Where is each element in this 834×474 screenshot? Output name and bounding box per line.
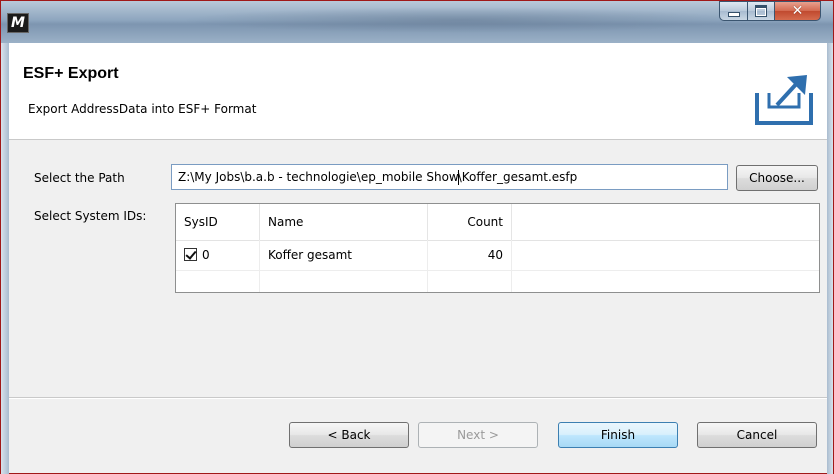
empty-cell (260, 270, 428, 292)
next-button[interactable]: Next > (418, 422, 538, 448)
column-header-sysid[interactable]: SysID (176, 204, 260, 240)
cell-sysid: 0 (176, 240, 260, 270)
empty-cell (176, 270, 260, 292)
choose-button[interactable]: Choose... (736, 165, 818, 191)
minimize-icon (727, 11, 740, 17)
empty-table-row (176, 270, 819, 292)
maximize-button[interactable] (747, 1, 775, 21)
cell-name: Koffer gesamt (260, 240, 428, 270)
column-header-name[interactable]: Name (260, 204, 428, 240)
table-header: SysID Name Count (176, 204, 819, 241)
close-button[interactable]: ✕ (775, 1, 821, 21)
column-header-count[interactable]: Count (428, 204, 512, 240)
button-bar-separator (9, 397, 827, 399)
minimize-button[interactable] (719, 1, 747, 21)
window-controls: ✕ (719, 1, 821, 21)
system-ids-table: SysID Name Count 0 Koffer gesamt 40 (175, 203, 820, 293)
window-frame-left (1, 43, 9, 474)
path-input[interactable]: Z:\My Jobs\b.a.b - technologie\ep_mobile… (171, 164, 728, 190)
path-text-after-caret: \Koffer_gesamt.esfp (457, 170, 578, 184)
finish-button[interactable]: Finish (558, 422, 678, 448)
sysids-label: Select System IDs: (34, 209, 147, 223)
path-label: Select the Path (34, 171, 125, 185)
app-icon: M (7, 13, 29, 33)
table-row[interactable]: 0 Koffer gesamt 40 (176, 240, 819, 271)
export-dialog: M ✕ ESF+ Export Export AddressData into … (0, 0, 834, 474)
sysid-value: 0 (202, 248, 210, 262)
row-checkbox[interactable] (184, 248, 197, 261)
export-icon (755, 75, 813, 125)
page-title: ESF+ Export (23, 65, 119, 82)
empty-cell (428, 270, 512, 292)
page-description: Export AddressData into ESF+ Format (28, 102, 257, 116)
maximize-icon (755, 5, 767, 17)
back-button[interactable]: < Back (289, 422, 409, 448)
window-frame-right (827, 43, 833, 474)
wizard-header: ESF+ Export Export AddressData into ESF+… (9, 43, 827, 140)
path-text-before-caret: Z:\My Jobs\b.a.b - technologie\ep_mobile… (178, 170, 459, 184)
cell-count: 40 (428, 240, 512, 270)
title-bar[interactable]: M ✕ (1, 1, 833, 43)
cancel-button[interactable]: Cancel (697, 422, 817, 448)
close-icon: ✕ (791, 3, 804, 19)
